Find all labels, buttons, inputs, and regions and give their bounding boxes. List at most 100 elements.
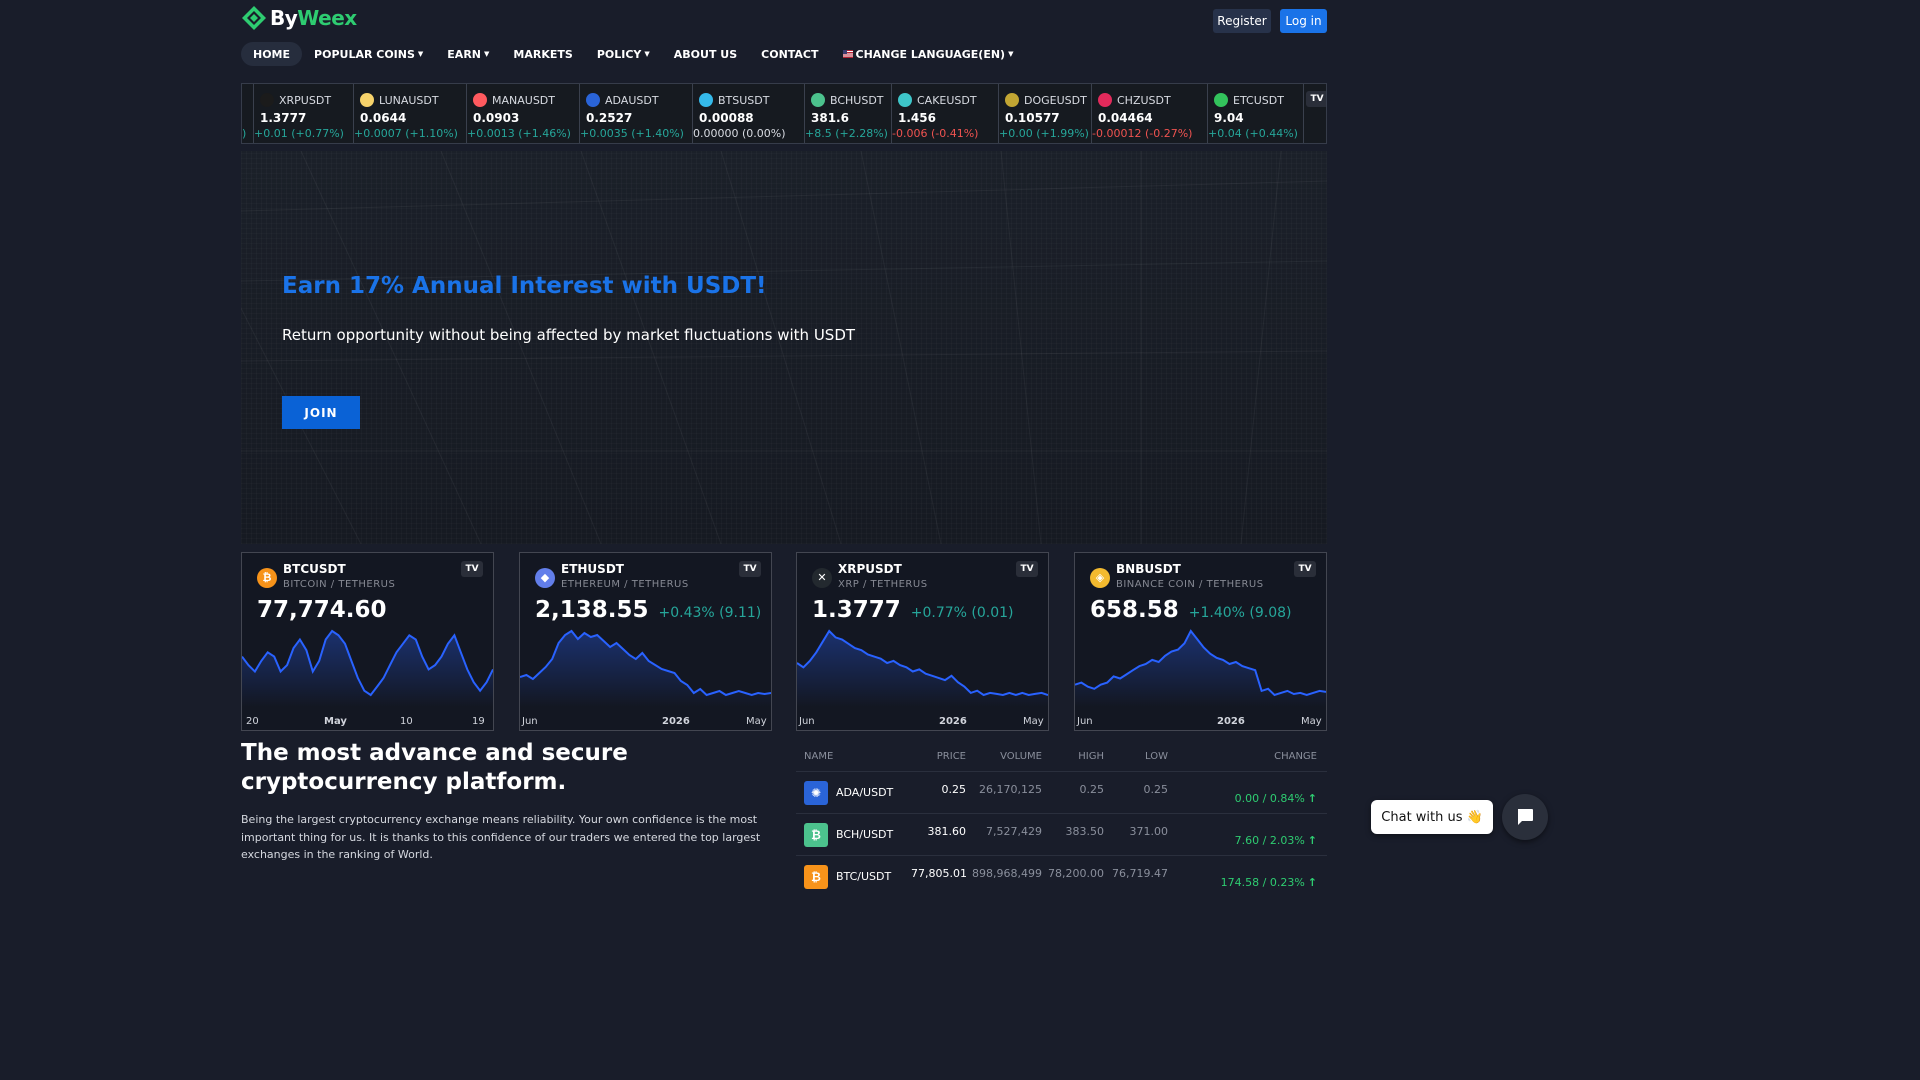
card-price: 1.3777 +0.77% (0.01) <box>812 597 1014 623</box>
ticker-item[interactable]: ETCUSDT 9.04 +0.04 (+0.44%) <box>1208 84 1304 143</box>
join-button[interactable]: JOIN <box>282 396 360 429</box>
card-pair-name: XRP / TETHERUS <box>838 579 928 590</box>
hero-banner: Earn 17% Annual Interest with USDT! Retu… <box>241 151 1327 544</box>
tradingview-icon[interactable]: TV <box>739 561 761 577</box>
nav-earn[interactable]: EARN ▼ <box>435 42 501 66</box>
ticker-change: +0.0007 (+1.10%) <box>354 127 458 140</box>
tradingview-icon[interactable]: TV <box>1306 91 1326 107</box>
table-row[interactable]: ₿ BCH/USDT 381.60 7,527,429 383.50 371.00 7.60… <box>796 813 1327 855</box>
card-axis-label: 20 <box>246 716 259 727</box>
ticker-item[interactable]: CAKEUSDT 1.456 -0.006 (-0.41%) <box>892 84 999 143</box>
arrow-up-icon: ↑ <box>1307 792 1317 805</box>
ticker-item[interactable]: XRPUSDT 1.3777 +0.01 (+0.77%) <box>254 84 354 143</box>
chz-icon <box>1098 93 1112 107</box>
card-sparkline <box>520 629 771 707</box>
ticker-price: 1.456 <box>898 111 936 125</box>
chat-icon <box>1518 809 1533 825</box>
chat-button[interactable] <box>1502 794 1548 840</box>
mini-chart-card[interactable]: ◆ ETHUSDT ETHEREUM / TETHERUS TV 2,138.55 +0.… <box>519 552 772 731</box>
ada-icon <box>586 93 600 107</box>
nav-contact[interactable]: CONTACT <box>749 42 830 66</box>
ticker-symbol: MANAUSDT <box>473 93 555 107</box>
ticker-symbol-label: CHZUSDT <box>1117 93 1171 107</box>
nav-popular-coins[interactable]: POPULAR COINS ▼ <box>302 42 435 66</box>
col-volume[interactable]: VOLUME <box>966 751 1042 762</box>
card-axis-label: May <box>1301 716 1322 727</box>
pair-cell: ₿ BCH/USDT <box>796 822 911 847</box>
market-table: NAME PRICE VOLUME HIGH LOW CHANGE ✺ ADA/U… <box>796 742 1327 897</box>
cell-low: 0.25 <box>1143 783 1169 796</box>
ticker-change: +0.0035 (+1.40%) <box>580 127 684 140</box>
ticker-tape[interactable]: ) XRPUSDT 1.3777 +0.01 (+0.77%) LUNAUSDT 0.0… <box>241 83 1327 144</box>
ticker-item[interactable]: BCHUSDT 381.6 +8.5 (+2.28%) <box>805 84 892 143</box>
ticker-symbol-label: ETCUSDT <box>1233 93 1284 107</box>
cake-icon <box>898 93 912 107</box>
nav-about-label: ABOUT US <box>673 47 738 61</box>
bnb-icon: ◈ <box>1090 568 1110 588</box>
cell-volume: 7,527,429 <box>986 825 1042 838</box>
ticker-change: +0.01 (+0.77%) <box>254 127 344 140</box>
col-change[interactable]: CHANGE <box>1168 751 1323 762</box>
card-change: +1.40% (9.08) <box>1188 605 1292 621</box>
ethereum-icon: ◆ <box>535 568 555 588</box>
tradingview-icon[interactable]: TV <box>461 561 483 577</box>
pair-cell: ₿ BTC/USDT <box>796 864 911 889</box>
ticker-symbol: CAKEUSDT <box>898 93 977 107</box>
login-button[interactable]: Log in <box>1280 9 1327 33</box>
cell-volume: 26,170,125 <box>979 783 1042 796</box>
chat-label: Chat with us <box>1381 809 1463 825</box>
ticker-item[interactable]: DOGEUSDT 0.10577 +0.00 (+1.99%) <box>999 84 1092 143</box>
card-axis-label: Jun <box>799 716 815 727</box>
nav-policy-label: POLICY <box>596 47 642 61</box>
pair-cell: ✺ ADA/USDT <box>796 780 911 805</box>
ticker-symbol-label: XRPUSDT <box>279 93 332 107</box>
nav-markets[interactable]: MARKETS <box>501 42 584 66</box>
cell-price: 381.60 <box>927 825 967 838</box>
ticker-item[interactable]: CHZUSDT 0.04464 -0.00012 (-0.27%) <box>1092 84 1208 143</box>
ticker-symbol: BTSUSDT <box>699 93 769 107</box>
mini-chart-card[interactable]: ◈ BNBUSDT BINANCE COIN / TETHERUS TV 658.58 +… <box>1074 552 1327 731</box>
card-price: 658.58 +1.40% (9.08) <box>1090 597 1292 623</box>
card-pair-name: BITCOIN / TETHERUS <box>283 579 396 590</box>
nav-home[interactable]: HOME <box>241 42 303 66</box>
ticker-change: +0.00 (+1.99%) <box>999 127 1089 140</box>
col-price[interactable]: PRICE <box>911 751 966 762</box>
ticker-change: +8.5 (+2.28%) <box>805 127 888 140</box>
ticker-item[interactable]: LUNAUSDT 0.0644 +0.0007 (+1.10%) <box>354 84 467 143</box>
tradingview-icon[interactable]: TV <box>1294 561 1316 577</box>
nav-about[interactable]: ABOUT US <box>662 42 749 66</box>
ticker-price: 0.2527 <box>586 111 633 125</box>
col-low[interactable]: LOW <box>1104 751 1168 762</box>
logo[interactable]: ByWeex <box>241 5 357 31</box>
cell-volume: 898,968,499 <box>972 867 1042 880</box>
ticker-item[interactable]: BTSUSDT 0.00088 0.00000 (0.00%) <box>693 84 805 143</box>
about-text: Being the largest cryptocurrency exchang… <box>241 813 761 861</box>
col-high[interactable]: HIGH <box>1042 751 1104 762</box>
arrow-up-icon: ↑ <box>1307 834 1317 847</box>
hero-title: Earn 17% Annual Interest with USDT! <box>282 273 767 299</box>
bitcoin-icon: ₿ <box>804 864 828 889</box>
nav-policy[interactable]: POLICY ▼ <box>585 42 662 66</box>
ticker-item[interactable]: MANAUSDT 0.0903 +0.0013 (+1.46%) <box>467 84 580 143</box>
register-button[interactable]: Register <box>1213 9 1271 33</box>
pair-label: BTC/USDT <box>836 870 892 883</box>
etc-icon <box>1214 93 1228 107</box>
nav-language[interactable]: CHANGE LANGUAGE(EN) ▼ <box>831 42 1026 66</box>
card-axis-label: 2026 <box>939 716 967 727</box>
nav-contact-label: CONTACT <box>761 47 819 61</box>
mini-chart-card[interactable]: ✕ XRPUSDT XRP / TETHERUS TV 1.3777 +0.77% (0.… <box>796 552 1049 731</box>
ticker-price: 0.10577 <box>1005 111 1060 125</box>
table-row[interactable]: ₿ BTC/USDT 77,805.01 898,968,499 78,200.00 76… <box>796 855 1327 897</box>
card-price-value: 658.58 <box>1090 597 1179 623</box>
mini-chart-card[interactable]: ₿ BTCUSDT BITCOIN / TETHERUS TV 77,774.60 20 M… <box>241 552 494 731</box>
ticker-symbol: XRPUSDT <box>260 93 331 107</box>
cell-change: 0.00 / 0.84% ↑ <box>1168 792 1323 813</box>
cell-price: 77,805.01 <box>911 867 967 880</box>
tradingview-icon[interactable]: TV <box>1016 561 1038 577</box>
col-name[interactable]: NAME <box>796 751 911 762</box>
table-row[interactable]: ✺ ADA/USDT 0.25 26,170,125 0.25 0.25 0.00 / 0.… <box>796 771 1327 813</box>
ticker-item[interactable]: ADAUSDT 0.2527 +0.0035 (+1.40%) <box>580 84 693 143</box>
caret-down-icon: ▼ <box>417 50 424 58</box>
chat-bubble[interactable]: Chat with us 👋 <box>1371 800 1493 834</box>
nav-markets-label: MARKETS <box>513 47 573 61</box>
